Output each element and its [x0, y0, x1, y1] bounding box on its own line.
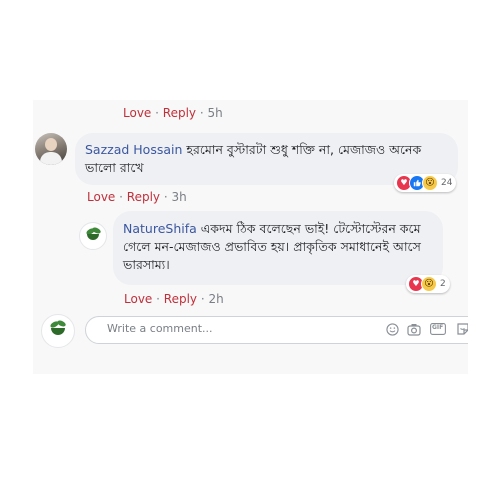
separator-dot: · — [155, 106, 159, 120]
avatar-body — [40, 152, 62, 165]
smiley-icon — [385, 322, 399, 336]
emoji-icon[interactable] — [385, 322, 399, 336]
leaf-icon — [56, 319, 67, 328]
reply-link[interactable]: Reply — [163, 106, 196, 120]
comment-input[interactable]: Write a comment... GIF — [85, 316, 468, 344]
love-link[interactable]: Love — [124, 292, 152, 306]
comment-text: Sazzad Hossain হরমোন বুস্টারটা শুধু শক্তি… — [85, 141, 445, 177]
comment-timestamp: 2h — [208, 292, 224, 306]
bowl-icon — [87, 234, 99, 240]
avatar-head — [45, 138, 57, 151]
gif-icon[interactable]: GIF — [430, 322, 446, 336]
gif-label: GIF — [432, 324, 444, 331]
comment-timestamp: 3h — [171, 190, 187, 204]
brand-avatar[interactable] — [79, 222, 107, 250]
comment-author[interactable]: Sazzad Hossain — [85, 142, 182, 157]
reaction-summary[interactable]: ♥ 😮 2 — [406, 275, 450, 293]
sticker-shape-icon — [457, 323, 468, 335]
previous-comment-actions: Love · Reply · 5h — [123, 106, 223, 120]
camera-icon[interactable] — [407, 322, 421, 336]
comment-timestamp: 5h — [207, 106, 223, 120]
composer-avatar[interactable] — [41, 314, 75, 348]
separator-dot: · — [199, 106, 204, 120]
sticker-icon[interactable] — [456, 322, 468, 336]
thumbs-up-icon — [413, 179, 421, 187]
reaction-summary[interactable]: ♥ 😮 24 — [394, 174, 457, 192]
reply-link[interactable]: Reply — [164, 292, 197, 306]
comment-input-placeholder: Write a comment... — [107, 322, 213, 335]
wow-icon: 😮 — [422, 175, 438, 191]
love-link[interactable]: Love — [123, 106, 151, 120]
comment-actions: Love · Reply · 2h — [124, 292, 224, 306]
reaction-count: 2 — [440, 279, 446, 289]
reaction-count: 24 — [441, 178, 453, 188]
separator-dot: · — [119, 190, 123, 204]
comment-author[interactable]: NatureShifa — [123, 221, 197, 236]
user-avatar[interactable] — [35, 133, 67, 165]
bowl-icon — [51, 328, 65, 335]
love-link[interactable]: Love — [87, 190, 115, 204]
comment-text: NatureShifa একদম ঠিক বলেছেন ভাই! টেস্টোস্… — [123, 220, 438, 274]
wow-icon: 😮 — [421, 276, 437, 292]
reply-link[interactable]: Reply — [127, 190, 160, 204]
separator-dot: · — [200, 292, 205, 306]
separator-dot: · — [156, 292, 160, 306]
comment-actions: Love · Reply · 3h — [87, 190, 187, 204]
comments-panel: Love · Reply · 5h Sazzad Hossain হরমোন বু… — [33, 100, 468, 374]
comment-bubble: NatureShifa একদম ঠিক বলেছেন ভাই! টেস্টোস্… — [113, 211, 443, 285]
separator-dot: · — [163, 190, 168, 204]
camera-shape-icon — [407, 323, 421, 336]
